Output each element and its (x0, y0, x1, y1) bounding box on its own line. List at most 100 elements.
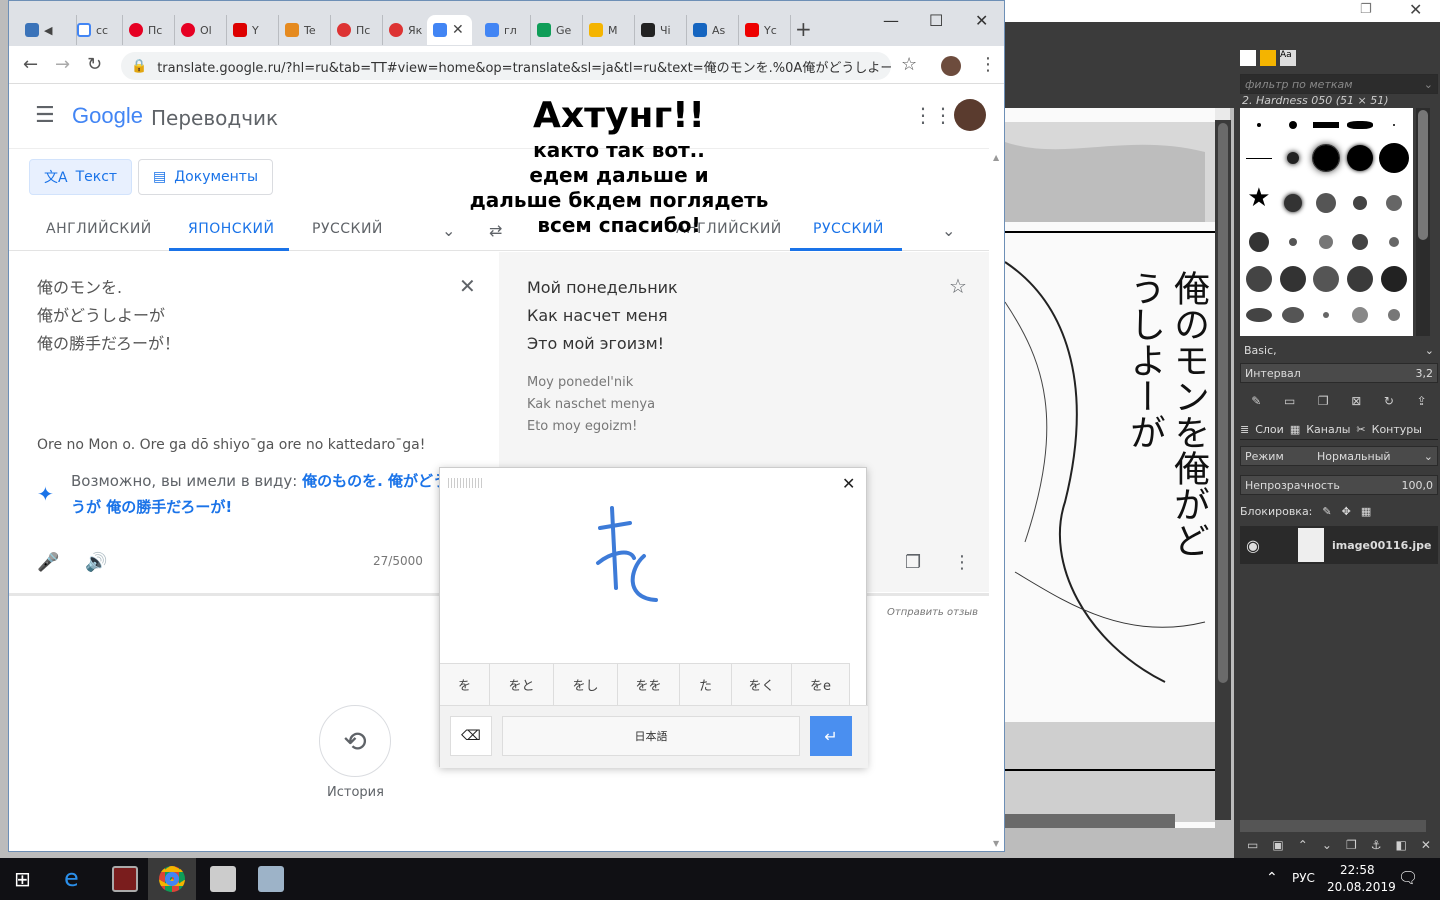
forward-icon[interactable]: → (55, 54, 70, 75)
brush-item[interactable] (1323, 311, 1330, 318)
star-brush-icon[interactable]: ★ (1244, 183, 1274, 223)
src-lang-english[interactable]: АНГЛИЙСКИЙ (46, 221, 152, 237)
handwriting-canvas[interactable] (580, 498, 680, 618)
hamburger-icon[interactable]: ☰ (35, 103, 55, 128)
pattern-tab-icon[interactable] (1260, 50, 1276, 66)
brush-item[interactable] (1347, 121, 1374, 130)
layer-row[interactable]: ◉ image00116.jpe (1240, 526, 1438, 564)
candidate-button[interactable]: を (440, 663, 490, 705)
tab-layers[interactable]: Слои (1255, 423, 1284, 436)
candidate-button[interactable]: をe (792, 663, 850, 705)
new-brush-icon[interactable]: ▭ (1284, 394, 1295, 408)
new-group-icon[interactable]: ▣ (1272, 838, 1283, 852)
mode-docs-button[interactable]: ▤ Документы (138, 159, 274, 195)
tab-4[interactable]: Ol (175, 15, 227, 45)
src-lang-russian[interactable]: РУССКИЙ (312, 221, 383, 237)
brush-item[interactable] (1347, 266, 1374, 293)
brush-item[interactable] (1381, 266, 1407, 293)
brush-item[interactable] (1352, 234, 1369, 251)
tab-13[interactable]: Чі (635, 15, 687, 45)
tab-11[interactable]: Ge (531, 15, 583, 45)
tab-3[interactable]: Пс (123, 15, 175, 45)
lock-pixels-icon[interactable]: ✎ (1322, 505, 1331, 518)
copy-icon[interactable]: ❐ (905, 552, 921, 573)
brush-tab-icon[interactable] (1240, 50, 1256, 66)
brush-item[interactable] (1316, 192, 1337, 213)
brush-item[interactable] (1256, 123, 1261, 128)
send-feedback-link[interactable]: Отправить отзыв (887, 607, 978, 618)
tab-2[interactable]: cc (71, 15, 123, 45)
microphone-icon[interactable]: 🎤 (37, 552, 59, 573)
tab-7[interactable]: Пс (331, 15, 383, 45)
brush-item[interactable] (1286, 152, 1299, 165)
tray-chevron-icon[interactable]: ⌃ (1266, 870, 1278, 886)
tab-15[interactable]: Yc (739, 15, 791, 45)
brush-item[interactable] (1288, 121, 1297, 130)
raise-layer-icon[interactable]: ⌃ (1298, 838, 1308, 852)
more-options-icon[interactable]: ⋮ (953, 552, 971, 573)
brush-item[interactable] (1386, 194, 1402, 211)
brush-item[interactable] (1245, 307, 1272, 322)
brush-item[interactable] (1313, 266, 1340, 293)
candidate-button[interactable]: た (680, 663, 732, 705)
anchor-layer-icon[interactable]: ⚓ (1371, 838, 1382, 852)
speaker-icon[interactable]: 🔊 (85, 552, 107, 573)
open-brush-icon[interactable]: ⇪ (1417, 394, 1427, 408)
omnibox[interactable]: 🔒 translate.google.ru/?hl=ru&tab=TT#view… (121, 52, 891, 80)
tgt-lang-russian[interactable]: РУССКИЙ (813, 221, 884, 237)
duplicate-brush-icon[interactable]: ❐ (1318, 394, 1329, 408)
brush-item[interactable] (1312, 144, 1341, 173)
menu-dots-icon[interactable]: ⋮ (979, 54, 997, 75)
gimp-taskbar-icon[interactable] (210, 866, 236, 892)
tab-5[interactable]: Y (227, 15, 279, 45)
save-star-icon[interactable]: ☆ (949, 274, 967, 298)
tab-10[interactable]: гл (479, 15, 531, 45)
brush-preset-select[interactable]: Basic, ⌄ (1240, 340, 1438, 360)
clock-date[interactable]: 20.08.2019 (1327, 880, 1396, 894)
canvas-hscroll[interactable] (1005, 814, 1175, 828)
opacity-field[interactable]: Непрозрачность 100,0 (1240, 475, 1438, 495)
clock-time[interactable]: 22:58 (1340, 863, 1375, 877)
layers-hscroll[interactable] (1240, 820, 1426, 832)
edit-brush-icon[interactable]: ✎ (1251, 394, 1261, 408)
mask-layer-icon[interactable]: ◧ (1396, 838, 1407, 852)
brush-item[interactable] (1245, 266, 1272, 293)
gimp-restore-icon[interactable]: ❐ (1360, 2, 1372, 17)
canvas-vscroll[interactable] (1215, 120, 1231, 820)
brush-item[interactable] (1281, 306, 1304, 323)
candidate-button[interactable]: をを (618, 663, 680, 705)
apps-grid-icon[interactable]: ⋮⋮ (913, 103, 953, 127)
source-text[interactable]: 俺のモンを. 俺がどうしよーが 俺の勝手だろーが！ (37, 274, 180, 358)
app-taskbar-icon[interactable] (112, 866, 138, 892)
duplicate-layer-icon[interactable]: ❐ (1346, 838, 1357, 852)
brush-item[interactable] (1352, 306, 1369, 323)
lock-position-icon[interactable]: ✥ (1342, 505, 1351, 518)
tab-12[interactable]: M (583, 15, 635, 45)
candidate-button[interactable]: をし (554, 663, 618, 705)
close-tab-icon[interactable]: ✕ (452, 22, 464, 38)
brush-grid[interactable]: ★ (1240, 108, 1413, 336)
input-language[interactable]: РУС (1292, 871, 1315, 885)
new-layer-icon[interactable]: ▭ (1247, 838, 1258, 852)
refresh-brush-icon[interactable]: ↻ (1384, 394, 1394, 408)
clear-source-icon[interactable]: ✕ (459, 274, 476, 298)
delete-brush-icon[interactable]: ⊠ (1351, 394, 1361, 408)
src-lang-japanese[interactable]: ЯПОНСКИЙ (188, 221, 274, 237)
brush-item[interactable] (1245, 157, 1272, 159)
tgt-more-chevron-icon[interactable]: ⌄ (942, 221, 956, 240)
reload-icon[interactable]: ↻ (87, 54, 102, 75)
edge-icon[interactable]: e (64, 864, 79, 892)
tag-filter-input[interactable]: фильтр по меткам ⌄ (1240, 74, 1438, 94)
brush-item[interactable] (1248, 232, 1269, 253)
backspace-button[interactable]: ⌫ (450, 716, 492, 756)
brush-item[interactable] (1279, 266, 1306, 293)
tab-14[interactable]: As (687, 15, 739, 45)
tab-active-translate[interactable]: ✕ (427, 15, 472, 45)
delete-layer-icon[interactable]: ✕ (1421, 838, 1431, 852)
layer-mode-select[interactable]: Режим Нормальный ⌄ (1240, 446, 1438, 466)
windows-start-icon[interactable]: ⊞ (14, 867, 31, 891)
mode-text-button[interactable]: 文A Текст (29, 159, 133, 195)
eye-icon[interactable]: ◉ (1246, 536, 1260, 555)
brush-item[interactable] (1379, 143, 1409, 174)
source-panel[interactable]: 俺のモンを. 俺がどうしよーが 俺の勝手だろーが！ ✕ Ore no Mon o… (9, 252, 499, 592)
